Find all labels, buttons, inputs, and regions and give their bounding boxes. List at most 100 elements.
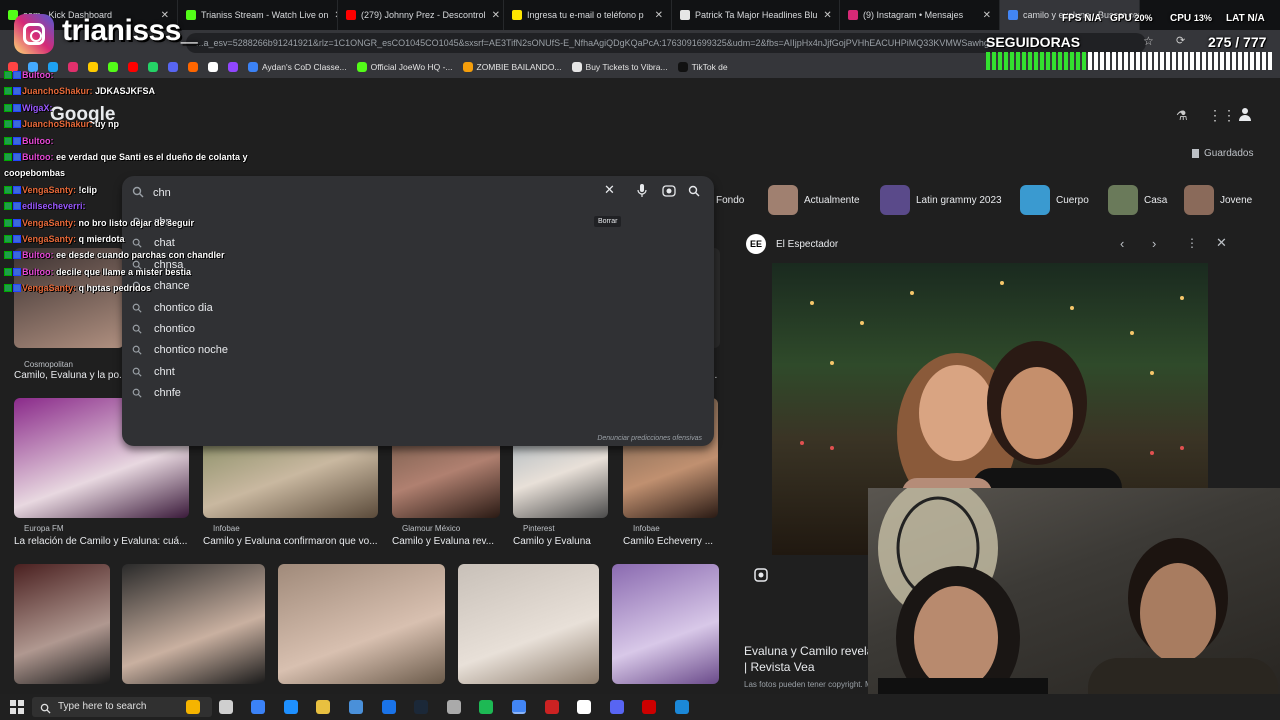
image-source[interactable]: Infobae [213,524,240,533]
image-source[interactable]: Infobae [633,524,660,533]
chat-username: VengaSanty: [22,184,79,195]
filter-chip[interactable]: Jovene [1184,185,1252,215]
next-icon[interactable]: › [1152,236,1156,251]
apps-grid-icon[interactable]: ⋮⋮ [1208,107,1236,124]
bookmark-favicon-icon[interactable] [208,62,218,72]
image-result[interactable] [14,564,110,684]
microphone-icon[interactable] [637,184,647,203]
bookmark-item[interactable]: Aydan's CoD Classe... [248,62,347,72]
tab-favicon-icon [346,10,356,20]
taskbar-app-icon[interactable] [544,700,559,714]
taskbar-app-icon[interactable] [218,700,233,714]
suggestion-item[interactable]: chnt [132,362,175,382]
browser-tab[interactable]: (279) Johnny Prez - Descontrol ✕ [338,0,504,30]
search-input[interactable] [153,184,553,202]
report-predictions-link[interactable]: Denunciar predicciones ofensivas [597,435,702,442]
suggestion-item[interactable]: chontico [132,319,195,339]
filter-chip[interactable]: Fondo [716,185,744,215]
image-caption[interactable]: La relación de Camilo y Evaluna: cuá... [14,536,199,547]
taskbar-app-icon[interactable] [349,700,363,714]
image-result[interactable] [14,248,124,348]
image-result[interactable] [458,564,599,684]
image-caption[interactable]: Camilo, Evaluna y la po... [14,370,134,381]
tab-close-icon[interactable]: ✕ [649,10,663,21]
suggestion-item[interactable]: chnfe [132,383,181,403]
suggestion-item[interactable]: chontico noche [132,340,228,360]
bookmark-item[interactable]: Buy Tickets to Vibra... [571,62,668,72]
browser-tab[interactable]: (9) Instagram • Mensajes ✕ [840,0,1000,30]
image-result[interactable] [122,564,265,684]
tab-close-icon[interactable]: ✕ [328,10,337,21]
bookmark-item[interactable]: TikTok de [677,62,728,72]
filter-chip[interactable]: Casa [1108,185,1167,215]
browser-tab[interactable]: Ingresa tu e-mail o teléfono p ✕ [504,0,672,30]
image-result[interactable] [278,564,445,684]
taskbar-app-icon[interactable] [251,700,266,714]
taskbar-app-icon[interactable] [381,700,396,714]
bookmark-item[interactable]: ZOMBIE BAILANDO... [462,62,562,72]
taskbar-app-icon[interactable] [414,700,429,714]
image-result[interactable] [612,564,719,684]
filter-chip[interactable]: Actualmente [768,185,860,215]
panel-title[interactable]: Evaluna y Camilo revela [744,644,873,658]
browser-tab[interactable]: Trianiss Stream - Watch Live on✕ [178,0,338,30]
prev-icon[interactable]: ‹ [1120,236,1124,251]
taskbar-app-icon[interactable] [577,700,592,714]
tab-favicon-icon [512,10,522,20]
bookmark-favicon-icon[interactable] [68,62,78,72]
bookmark-favicon-icon[interactable] [128,62,138,72]
bookmark-favicon-icon[interactable] [88,62,98,72]
taskbar-app-icon[interactable] [479,700,494,714]
taskbar-app-icon[interactable] [446,700,461,714]
image-caption[interactable]: Camilo y Evaluna [513,536,618,547]
filter-chip[interactable]: Cuerpo [1020,185,1089,215]
account-icon[interactable] [1238,106,1252,122]
bookmark-label: Buy Tickets to Vibra... [585,62,668,72]
image-source[interactable]: Pinterest [523,524,555,533]
browser-tab[interactable]: Patrick Ta Major Headlines Blu ✕ [672,0,840,30]
goal-bar-segment [1118,52,1122,70]
goal-bar-segment [1064,52,1068,70]
close-panel-icon[interactable]: ✕ [1216,235,1227,251]
search-submit-icon[interactable] [688,184,700,202]
bookmark-favicon-icon[interactable] [148,62,158,72]
clear-search-icon[interactable]: ✕ [604,182,615,198]
bookmark-star-icon[interactable]: ☆ [1143,34,1154,48]
taskbar-app-icon[interactable] [316,700,331,714]
bookmark-favicon-icon[interactable] [108,62,118,72]
image-source[interactable]: Glamour México [402,524,460,533]
taskbar-app-icon[interactable] [642,700,657,714]
taskbar-app-icon[interactable] [512,700,526,714]
bookmark-favicon-icon[interactable] [168,62,178,72]
chat-username: WigaX: [22,102,53,113]
saved-link[interactable]: Guardados [1192,148,1253,159]
image-caption[interactable]: Camilo Echeverry ... [623,536,728,547]
chat-username: VengaSanty: [22,283,79,294]
taskbar-app-icon[interactable] [186,700,200,714]
taskbar-app-icon[interactable] [675,700,689,714]
tab-close-icon[interactable]: ✕ [977,10,991,21]
tab-close-icon[interactable]: ✕ [486,10,500,21]
chat-message: edilsecheverri: [4,201,86,211]
taskbar-search[interactable]: Type here to search [32,697,212,717]
instagram-logo-icon [14,14,54,54]
panel-title-2[interactable]: | Revista Vea [744,660,815,674]
filter-chip[interactable]: Latin grammy 2023 [880,185,1002,215]
extension-icon[interactable]: ⟳ [1176,34,1185,47]
tab-close-icon[interactable]: ✕ [817,10,831,21]
image-source[interactable]: Cosmopolitan [24,360,73,369]
bookmark-favicon-icon[interactable] [228,62,238,72]
suggestion-item[interactable]: chontico dia [132,298,213,318]
image-source[interactable]: Europa FM [24,524,64,533]
image-caption[interactable]: Camilo y Evaluna rev... [392,536,510,547]
more-options-icon[interactable]: ⋮ [1186,236,1198,250]
chat-text: !clip [78,184,98,195]
bookmark-favicon-icon[interactable] [188,62,198,72]
windows-start-icon[interactable] [10,700,24,719]
image-caption[interactable]: Camilo y Evaluna confirmaron que vo... [203,536,388,547]
bookmark-item[interactable]: Official JoeWo HQ -... [356,62,453,72]
taskbar-app-icon[interactable] [609,700,624,714]
lens-camera-icon[interactable] [662,184,676,203]
labs-icon[interactable]: ⚗ [1176,108,1188,124]
taskbar-app-icon[interactable] [283,700,298,714]
